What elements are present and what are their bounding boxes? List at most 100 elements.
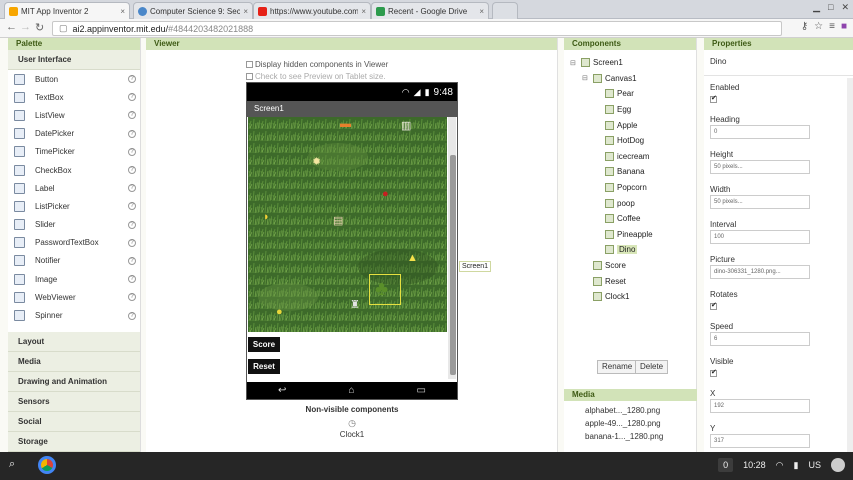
help-icon[interactable]: ? (128, 129, 136, 138)
palette-section-storage[interactable]: Storage (8, 431, 140, 452)
rotates-checkbox[interactable] (710, 301, 717, 311)
popcorn-sprite-icon[interactable]: ▥ (401, 121, 411, 132)
help-icon[interactable]: ? (128, 93, 136, 102)
tab-youtube[interactable]: https://www.youtube.com × (253, 2, 371, 19)
rename-button[interactable]: Rename (597, 360, 638, 374)
palette-section-sensors[interactable]: Sensors (8, 391, 140, 412)
help-icon[interactable]: ? (128, 111, 136, 120)
palette-item-passwordtextbox[interactable]: PasswordTextBox? (8, 234, 140, 252)
help-icon[interactable]: ? (128, 184, 136, 193)
media-file[interactable]: apple-49..._1280.png (564, 417, 697, 430)
delete-button[interactable]: Delete (635, 360, 669, 374)
android-back-icon[interactable]: ↩ (278, 385, 286, 396)
palette-item-notifier[interactable]: Notifier? (8, 252, 140, 270)
palette-item-datepicker[interactable]: DatePicker? (8, 125, 140, 143)
menu-icon[interactable]: ≡ (829, 21, 835, 32)
pineapple-sprite-icon[interactable]: ● (276, 307, 283, 318)
help-icon[interactable]: ? (128, 147, 136, 156)
palette-item-timepicker[interactable]: TimePicker? (8, 143, 140, 161)
tree-item-pear[interactable]: Pear (570, 86, 696, 102)
back-icon[interactable]: ← (6, 21, 17, 33)
properties-scrollbar[interactable] (847, 78, 853, 452)
media-file[interactable]: banana-1..._1280.png (564, 430, 697, 443)
minimize-icon[interactable]: ▁ (813, 2, 820, 13)
palette-item-textbox[interactable]: TextBox? (8, 88, 140, 106)
help-icon[interactable]: ? (128, 75, 136, 84)
palette-section-drawing-and-animation[interactable]: Drawing and Animation (8, 371, 140, 392)
help-icon[interactable]: ? (128, 275, 136, 284)
tab-google-drive[interactable]: Recent - Google Drive × (371, 2, 489, 19)
canvas1[interactable]: ▬ ▥ ✹ ● ◗ ▤ ▲ ♣ ♜ ● (248, 117, 447, 332)
help-icon[interactable]: ? (128, 220, 136, 229)
tree-item-clock1[interactable]: Clock1 (570, 289, 696, 305)
tree-item-egg[interactable]: Egg (570, 102, 696, 118)
y-input[interactable]: 317 (710, 434, 810, 448)
palette-item-checkbox[interactable]: CheckBox? (8, 161, 140, 179)
tree-item-poop[interactable]: poop (570, 195, 696, 211)
egg-sprite-icon[interactable]: ✹ (312, 157, 321, 168)
hidden-components-option[interactable]: Display hidden components in Viewer (246, 60, 388, 69)
collapse-toggle-icon[interactable]: ⊟ (582, 74, 590, 82)
palette-section-social[interactable]: Social (8, 411, 140, 432)
close-tab-icon[interactable]: × (361, 7, 366, 16)
picture-input[interactable]: dino-306331_1280.png... (710, 265, 810, 279)
new-tab-button[interactable] (492, 2, 518, 19)
dino-sprite[interactable]: ♣ (369, 274, 401, 305)
speed-input[interactable]: 6 (710, 332, 810, 346)
tablet-preview-checkbox[interactable] (246, 73, 253, 81)
tree-item-score[interactable]: Score (570, 258, 696, 274)
url-field[interactable]: ▢ ai2.appinventor.mit.edu/#4844203482021… (52, 21, 782, 36)
close-tab-icon[interactable]: × (243, 7, 248, 16)
palette-item-label[interactable]: Label? (8, 179, 140, 197)
reset-button[interactable]: Reset (248, 359, 280, 374)
tree-item-popcorn[interactable]: Popcorn (570, 180, 696, 196)
forward-icon[interactable]: → (20, 21, 31, 33)
tree-item-canvas1[interactable]: ⊟ Canvas1 (570, 71, 696, 87)
key-icon[interactable]: ⚷ (801, 21, 808, 32)
tree-item-hotdog[interactable]: HotDog (570, 133, 696, 149)
wifi-tray-icon[interactable]: ◠ (776, 460, 784, 471)
tree-item-reset[interactable]: Reset (570, 273, 696, 289)
collapse-toggle-icon[interactable]: ⊟ (570, 59, 578, 67)
tree-item-apple[interactable]: Apple (570, 117, 696, 133)
visible-checkbox[interactable] (710, 368, 717, 378)
maximize-icon[interactable]: □ (828, 2, 833, 13)
help-icon[interactable]: ? (128, 166, 136, 175)
palette-item-slider[interactable]: Slider? (8, 216, 140, 234)
palette-section-user-interface[interactable]: User Interface (8, 50, 140, 70)
help-icon[interactable]: ? (128, 311, 136, 320)
hidden-components-checkbox[interactable] (246, 61, 253, 69)
coffee-sprite-icon[interactable]: ▤ (333, 216, 343, 227)
score-button[interactable]: Score (248, 337, 280, 352)
clock-time[interactable]: 10:28 (743, 460, 766, 470)
search-icon[interactable]: ⌕ (9, 458, 15, 471)
user-avatar[interactable] (831, 458, 845, 472)
palette-item-webviewer[interactable]: WebViewer? (8, 288, 140, 306)
tree-item-banana[interactable]: Banana (570, 164, 696, 180)
tree-item-dino[interactable]: Dino (570, 242, 696, 258)
height-input[interactable]: 50 pixels... (710, 160, 810, 174)
clock1-label[interactable]: Clock1 (146, 430, 558, 439)
icecream-sprite-icon[interactable]: ♜ (350, 300, 360, 311)
apple-sprite-icon[interactable]: ● (382, 189, 389, 200)
battery-tray-icon[interactable]: ▮ (794, 460, 799, 471)
palette-item-button[interactable]: Button? (8, 70, 140, 88)
palette-section-layout[interactable]: Layout (8, 331, 140, 352)
android-recents-icon[interactable]: ▭ (417, 385, 426, 396)
heading-input[interactable]: 0 (710, 125, 810, 139)
banana-sprite-icon[interactable]: ◗ (263, 212, 270, 223)
hotdog-sprite-icon[interactable]: ▬ (340, 119, 351, 130)
tree-item-coffee[interactable]: Coffee (570, 211, 696, 227)
close-tab-icon[interactable]: × (479, 7, 484, 16)
pear-sprite-icon[interactable]: ▲ (407, 253, 418, 264)
extension-icon[interactable]: ■ (841, 21, 847, 32)
tab-app-inventor[interactable]: MIT App Inventor 2 × (4, 2, 130, 19)
help-icon[interactable]: ? (128, 238, 136, 247)
palette-item-image[interactable]: Image? (8, 270, 140, 288)
reload-icon[interactable]: ↻ (35, 21, 44, 34)
tree-item-pineapple[interactable]: Pineapple (570, 227, 696, 243)
help-icon[interactable]: ? (128, 202, 136, 211)
tab-computer-science[interactable]: Computer Science 9: Secti × (133, 2, 253, 19)
phone-scrollbar-thumb[interactable] (450, 155, 456, 375)
close-window-icon[interactable]: ✕ (841, 2, 849, 13)
